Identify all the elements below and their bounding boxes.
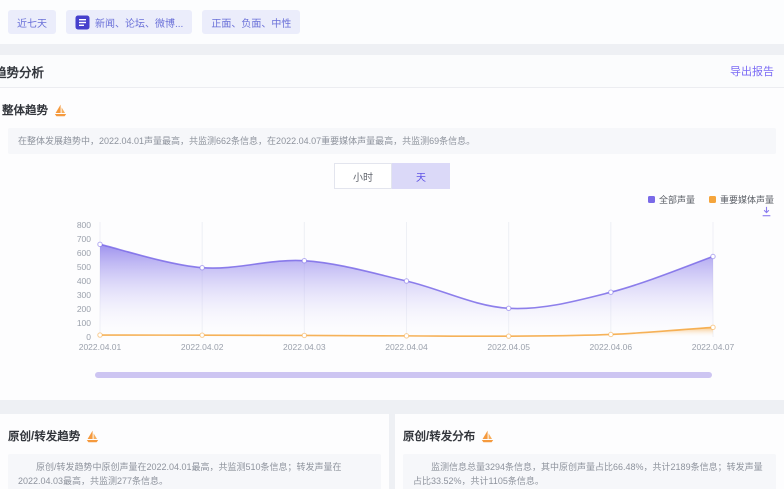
legend-swatch-media — [709, 196, 716, 203]
svg-text:2022.04.02: 2022.04.02 — [181, 342, 224, 352]
repost-distribution-summary: 监测信息总量3294条信息，其中原创声量占比66.48%，共计2189条信息；转… — [403, 454, 776, 489]
filter-bar: 近七天 新闻、论坛、微博... 正面、负面、中性 — [0, 0, 784, 44]
granularity-day-button[interactable]: 天 — [392, 163, 450, 189]
filter-sources-label: 新闻、论坛、微博... — [95, 15, 183, 30]
highlight-icon — [481, 430, 494, 443]
granularity-hour-button[interactable]: 小时 — [334, 163, 392, 189]
highlight-icon — [54, 104, 67, 117]
filter-sources[interactable]: 新闻、论坛、微博... — [66, 10, 192, 34]
svg-text:700: 700 — [77, 234, 91, 244]
svg-text:2022.04.07: 2022.04.07 — [692, 342, 735, 352]
svg-text:2022.04.05: 2022.04.05 — [487, 342, 530, 352]
legend-swatch-total — [648, 196, 655, 203]
chart-zoom-scrollbar[interactable] — [95, 372, 712, 378]
svg-text:0: 0 — [86, 332, 91, 342]
highlight-icon — [86, 430, 99, 443]
repost-trend-title: 原创/转发趋势 — [8, 428, 80, 444]
svg-text:400: 400 — [77, 276, 91, 286]
legend-item-media[interactable]: 重要媒体声量 — [709, 193, 774, 206]
sources-icon — [75, 15, 90, 30]
filter-time-range-label: 近七天 — [17, 15, 47, 30]
chart-legend: 全部声量 重要媒体声量 — [0, 193, 784, 205]
svg-text:2022.04.04: 2022.04.04 — [385, 342, 428, 352]
legend-label-total: 全部声量 — [659, 193, 695, 206]
legend-label-media: 重要媒体声量 — [720, 193, 774, 206]
chart-toolbox — [0, 205, 784, 217]
svg-text:200: 200 — [77, 304, 91, 314]
legend-item-total[interactable]: 全部声量 — [648, 193, 695, 206]
filter-time-range[interactable]: 近七天 — [8, 10, 56, 34]
trend-analysis-card: 趋势分析 导出报告 整体趋势 在整体发展趋势中，2022.04.01声量最高，共… — [0, 55, 784, 400]
page-title: 趋势分析 — [0, 62, 44, 81]
svg-text:100: 100 — [77, 318, 91, 328]
filter-sentiments-label: 正面、负面、中性 — [211, 15, 291, 30]
repost-trend-card: 原创/转发趋势 原创/转发趋势中原创声量在2022.04.01最高，共监测510… — [0, 414, 389, 489]
svg-text:2022.04.03: 2022.04.03 — [283, 342, 326, 352]
svg-text:800: 800 — [77, 220, 91, 230]
trend-analysis-header: 趋势分析 导出报告 — [0, 55, 784, 88]
svg-text:2022.04.06: 2022.04.06 — [590, 342, 633, 352]
export-report-link[interactable]: 导出报告 — [730, 63, 774, 79]
svg-text:2022.04.01: 2022.04.01 — [79, 342, 122, 352]
granularity-toggle: 小时 天 — [0, 163, 784, 189]
repost-distribution-card: 原创/转发分布 监测信息总量3294条信息，其中原创声量占比66.48%，共计2… — [395, 414, 784, 489]
filter-sentiments[interactable]: 正面、负面、中性 — [202, 10, 300, 34]
download-image-icon[interactable] — [761, 206, 772, 217]
svg-text:300: 300 — [77, 290, 91, 300]
svg-text:600: 600 — [77, 248, 91, 258]
secondary-cards: 原创/转发趋势 原创/转发趋势中原创声量在2022.04.01最高，共监测510… — [0, 414, 784, 489]
overall-summary: 在整体发展趋势中，2022.04.01声量最高，共监测662条信息，在2022.… — [8, 128, 776, 154]
repost-trend-summary: 原创/转发趋势中原创声量在2022.04.01最高，共监测510条信息；转发声量… — [8, 454, 381, 489]
trend-chart[interactable]: 0 100 200 300 400 500 600 700 800 2022.04.01 2022.… — [70, 217, 760, 357]
trend-chart-area: 0 100 200 300 400 500 600 700 800 2022.04.01 2022.… — [70, 217, 784, 360]
svg-text:500: 500 — [77, 262, 91, 272]
overall-trend-title-row: 整体趋势 — [8, 102, 776, 118]
repost-distribution-title: 原创/转发分布 — [403, 428, 475, 444]
overall-trend-title: 整体趋势 — [2, 102, 48, 118]
